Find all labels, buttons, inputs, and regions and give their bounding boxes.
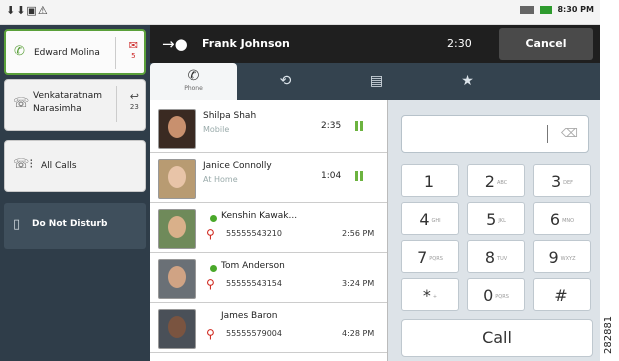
active-call-icon: ✆ [14,44,25,59]
call-list: Shilpa Shah Mobile 2:35 Janice Connolly … [150,100,388,361]
missed-call-icon: ↩ [129,90,139,103]
contact-name: Shilpa Shah [203,111,257,121]
voicemail-badge: ✉ 5 [128,39,138,60]
voicemail-icon: ✉ [128,39,138,52]
notification-icons: ⬇⬇▣⚠ [6,4,49,17]
contact-sub: At Home [203,175,238,184]
call-button[interactable]: Call [401,319,593,357]
call-duration: 2:35 [321,121,342,131]
phone-handset-icon: ☏ [13,96,30,111]
tab-contacts[interactable]: ▤ [333,63,420,100]
list-item[interactable]: James Baron ⚲ 55555579004 4:28 PM [150,303,387,353]
avatar [158,109,196,149]
missed-call-badge: ↩ 23 [129,90,139,111]
sidebar-item-venkataratnam[interactable]: ☏ Venkataratnam Narasimha ↩ 23 [4,79,146,131]
sidebar-item-label: All Calls [41,161,77,171]
all-calls-icon: ☏⁝ [13,157,34,172]
dial-input[interactable]: ⌫ [401,115,589,153]
held-call-icon [355,171,358,181]
held-call-icon [355,121,358,131]
sidebar-item-label: Edward Molina [34,48,100,58]
key-7[interactable]: 7 PQRS [401,240,459,273]
key-5[interactable]: 5 JKL [467,202,525,235]
cancel-button[interactable]: Cancel [499,28,593,60]
call-duration: 2:30 [447,37,472,50]
contact-sub: Mobile [203,125,230,134]
key-3[interactable]: 3 DEF [533,164,591,197]
list-item[interactable]: Janice Connolly At Home 1:04 [150,153,387,203]
sidebar-item-edward-molina[interactable]: ✆ Edward Molina ✉ 5 [4,29,146,75]
key-1[interactable]: 1 [401,164,459,197]
list-item[interactable]: Kenshin Kawak... ⚲ 55555543210 2:56 PM [150,203,387,253]
contact-number: 55555543210 [226,229,282,238]
figure-code: 282881 [603,315,614,354]
contact-name: Janice Connolly [203,161,272,171]
dial-pad: ⌫ 1 2 ABC 3 DEF 4 GHI 5 JKL 6 MNO 7 PQRS 8 TUV … [388,100,600,361]
do-not-disturb-icon: ▯ [13,217,21,232]
tab-bar: ✆ Phone ⟲ ▤ ★ [150,63,600,100]
missed-call-icon: ⚲ [206,327,215,341]
divider [116,86,117,122]
presence-icon [210,265,217,272]
contact-name: Kenshin Kawak... [221,211,298,221]
sidebar-item-all-calls[interactable]: ☏⁝ All Calls [4,140,146,192]
clock: 8:30 PM [557,5,594,14]
key-6[interactable]: 6 MNO [533,202,591,235]
key-hash[interactable]: # [533,278,591,311]
sidebar-item-label-line1: Venkataratnam [33,91,103,101]
key-4[interactable]: 4 GHI [401,202,459,235]
call-contact-name: Frank Johnson [202,37,290,50]
key-9[interactable]: 9 WXYZ [533,240,591,273]
sidebar-item-do-not-disturb[interactable]: ▯ Do Not Disturb [4,203,146,249]
key-2[interactable]: 2 ABC [467,164,525,197]
tab-favorites[interactable]: ★ [424,63,511,100]
sidebar: ✆ Edward Molina ✉ 5 ☏ Venkataratnam Nara… [0,25,150,361]
key-star[interactable]: * + [401,278,459,311]
list-item[interactable]: Shilpa Shah Mobile 2:35 [150,103,387,153]
call-time: 3:24 PM [342,279,375,288]
avatar [158,259,196,299]
status-bar: ⬇⬇▣⚠ 8:30 PM [0,0,600,25]
phone-icon: ✆ [187,68,200,84]
missed-call-icon: ⚲ [206,277,215,291]
call-time: 4:28 PM [342,329,375,338]
contact-number: 55555579004 [226,329,282,338]
sidebar-item-label-line2: Narasimha [33,104,82,114]
avatar [158,209,196,249]
margin-strip [600,0,619,361]
recent-icon: ⟲ [279,73,292,89]
call-duration: 1:04 [321,171,342,181]
active-call-bar: →● Frank Johnson 2:30 Cancel [150,25,600,63]
backspace-icon[interactable]: ⌫ [561,126,578,140]
tab-phone[interactable]: ✆ Phone [150,63,237,100]
key-8[interactable]: 8 TUV [467,240,525,273]
missed-call-icon: ⚲ [206,227,215,241]
list-item[interactable]: Tom Anderson ⚲ 55555543154 3:24 PM [150,253,387,303]
status-right: 8:30 PM [519,5,594,14]
text-cursor [547,125,548,143]
battery-icon [539,5,552,14]
contact-number: 55555543154 [226,279,282,288]
call-time: 2:56 PM [342,229,375,238]
key-0[interactable]: 0 PQRS [467,278,525,311]
avatar [158,159,196,199]
contact-name: James Baron [221,311,278,321]
avatar [158,309,196,349]
signal-icon [519,5,534,14]
divider [115,37,116,69]
star-icon: ★ [461,73,474,89]
contact-name: Tom Anderson [221,261,285,271]
contacts-icon: ▤ [369,73,384,89]
sidebar-item-label: Do Not Disturb [32,219,108,229]
transfer-contact-icon: →● [162,35,188,53]
presence-icon [210,215,217,222]
tab-recent[interactable]: ⟲ [242,63,329,100]
